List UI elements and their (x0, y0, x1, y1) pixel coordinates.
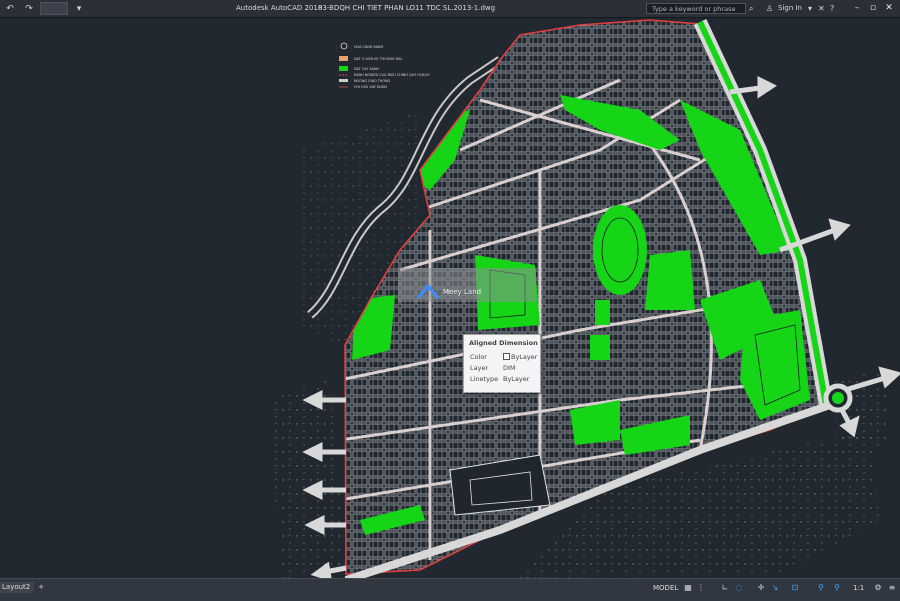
tooltip-value: ByLayer (511, 353, 538, 361)
quick-access-toolbar: ↶ ↷ ▾ (2, 2, 87, 15)
workspace-icon[interactable]: ⚲ (832, 583, 842, 593)
model-space-button[interactable]: MODEL (653, 583, 678, 593)
minimize-icon[interactable]: – (850, 2, 864, 14)
redo-icon[interactable]: ↷ (21, 3, 37, 15)
properties-tooltip: Aligned Dimension Color ByLayer Layer DI… (463, 334, 541, 393)
legend-item: CHI GIOI XAY DUNG (354, 85, 388, 89)
otrack-icon[interactable]: ↘ (770, 583, 780, 593)
tooltip-key: Layer (470, 364, 489, 372)
search-input[interactable]: Type a keyword or phrase (646, 3, 746, 14)
title-bar: ↶ ↷ ▾ Autodesk AutoCAD 2018 03-BDQH CHI … (0, 0, 900, 18)
user-icon[interactable]: ♙ (766, 3, 773, 14)
tooltip-key: Linetype (470, 375, 499, 383)
tooltip-value: ByLayer (503, 375, 530, 383)
tooltip-title: Aligned Dimension (469, 339, 538, 347)
add-layout-button[interactable]: + (36, 582, 46, 593)
legend-item: NGONG GIAO THONG (354, 79, 391, 83)
close-icon[interactable]: ✕ (882, 2, 896, 14)
annotation-icon[interactable]: ⚲ (816, 583, 826, 593)
restore-icon[interactable]: ▫ (866, 2, 880, 14)
polar-icon[interactable]: ◌ (734, 583, 744, 593)
osnap-icon[interactable]: ✛ (756, 583, 766, 593)
legend-item: RANH NGHIEN CUU DIEU CHINH QUY HOACH (354, 73, 430, 77)
undo-icon[interactable]: ↶ (2, 3, 18, 15)
quick-access-combo[interactable] (40, 2, 68, 15)
dropdown-icon[interactable]: ▾ (808, 3, 812, 14)
annotation-scale[interactable]: 1:1 (853, 583, 864, 593)
tooltip-value: DIM (503, 364, 516, 372)
settings-icon[interactable]: ⚙ (873, 583, 883, 593)
lineweight-icon[interactable]: ⊡ (790, 583, 800, 593)
legend-item: HOA CANH BANH (354, 45, 384, 49)
legend-item: DAT O LIEN KE THUONG MAI (354, 57, 402, 61)
dropdown-icon[interactable]: ▾ (71, 3, 87, 15)
menu-icon[interactable]: ≡ (887, 583, 897, 593)
document-title: 03-BDQH CHI TIET PHAN LO11 TDC SL.2013-1… (318, 4, 496, 12)
tab-layout2[interactable]: Layout2 (0, 582, 34, 593)
drawing-canvas[interactable]: HOA CANH BANH DAT O LIEN KE THUONG MAI D… (0, 18, 900, 578)
color-swatch-icon (503, 353, 510, 360)
snap-icon[interactable]: ⋮ (696, 583, 706, 593)
legend-item: DAT CAY XANH (354, 67, 380, 71)
tooltip-key: Color (470, 353, 487, 361)
watermark: Meey Land (398, 268, 536, 302)
watermark-label: Meey Land (443, 288, 481, 296)
app-title: Autodesk AutoCAD 2018 (236, 4, 323, 12)
drawing-legend: HOA CANH BANH DAT O LIEN KE THUONG MAI D… (339, 42, 430, 89)
terrain-west (270, 380, 346, 578)
status-bar: Layout2 + MODEL ▦ ⋮ ∟ ◌ ✛ ↘ ⊡ ⚲ ⚲ 1:1 ⚙ … (0, 578, 900, 601)
site-plan-drawing: HOA CANH BANH DAT O LIEN KE THUONG MAI D… (270, 19, 900, 578)
search-icon[interactable]: ⌕ (749, 3, 753, 14)
ortho-icon[interactable]: ∟ (720, 583, 730, 593)
exchange-icon[interactable]: ✕ (818, 3, 825, 14)
help-icon[interactable]: ? (830, 3, 834, 14)
grid-icon[interactable]: ▦ (683, 583, 693, 593)
sign-in-button[interactable]: Sign In (778, 4, 802, 12)
